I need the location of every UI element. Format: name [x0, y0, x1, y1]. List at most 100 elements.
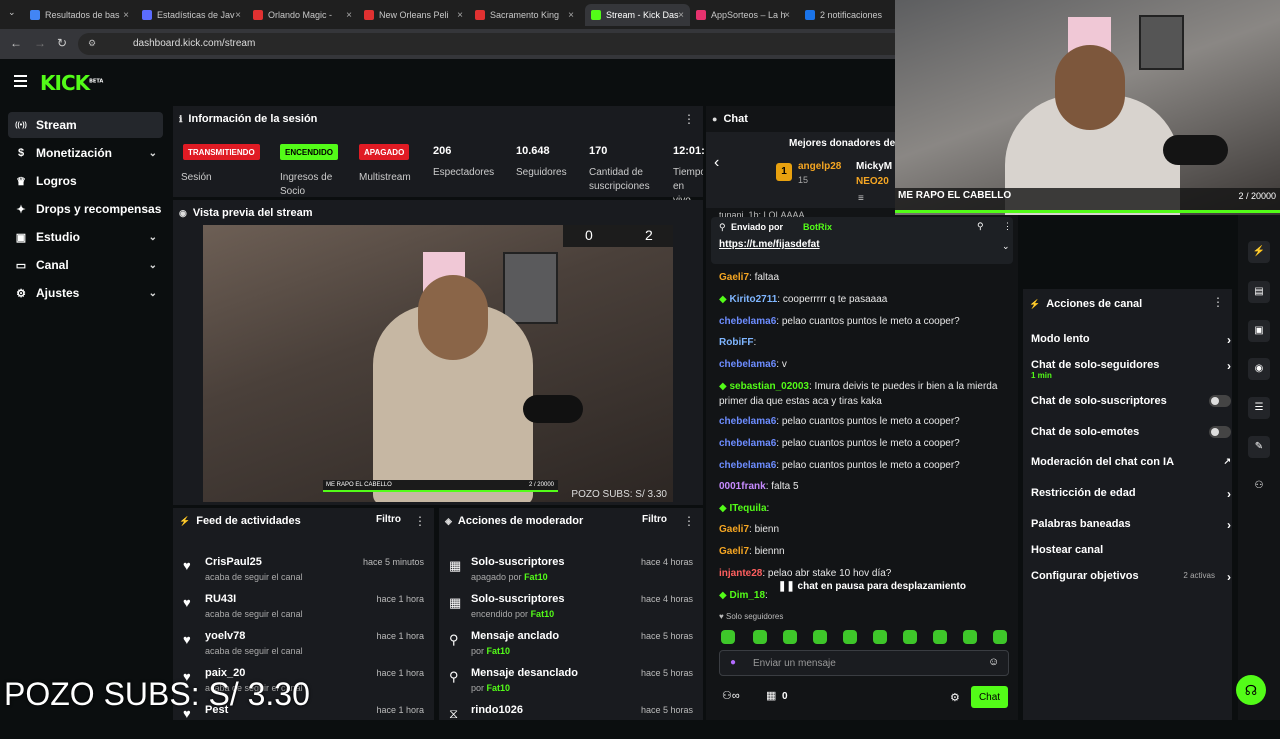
channel-action-item[interactable]: Palabras baneadas ›: [1031, 518, 1231, 532]
emote-icon[interactable]: [903, 630, 917, 644]
browser-tab[interactable]: Stream - Kick Das ×: [585, 4, 690, 26]
back-icon[interactable]: ←: [10, 36, 22, 50]
chat-message[interactable]: 0001frank: falta 5: [719, 479, 1009, 494]
kick-logo[interactable]: KICKBETA: [40, 71, 103, 95]
chat-username[interactable]: sebastian_02003: [729, 381, 809, 392]
tab-close-icon[interactable]: ×: [235, 10, 241, 21]
chat-input[interactable]: ● Enviar un mensaje ☺: [719, 650, 1009, 676]
mod-item[interactable]: ⚲ Mensaje desanclado por Fat10 hace 5 horas: [439, 665, 703, 702]
sidebar-item-estudio[interactable]: ▣ Estudio ⌄: [8, 224, 163, 250]
chat-message[interactable]: chebelama6: pelao cuantos puntos le meto…: [719, 436, 1009, 451]
channel-action-item[interactable]: Chat de solo-emotes: [1031, 426, 1231, 438]
chat-message[interactable]: injante28: pelao abr stake 10 hov día?: [719, 566, 1009, 581]
emote-icon[interactable]: [993, 630, 1007, 644]
chat-username[interactable]: 0001frank: [719, 481, 766, 492]
emote-icon[interactable]: [933, 630, 947, 644]
tab-close-icon[interactable]: ×: [568, 10, 574, 21]
mod-action-user[interactable]: Fat10: [487, 646, 511, 656]
emote-icon[interactable]: [843, 630, 857, 644]
feed-user[interactable]: CrisPaul25: [205, 556, 262, 568]
tab-close-icon[interactable]: ×: [784, 10, 790, 21]
chat-username[interactable]: chebelama6: [719, 359, 776, 370]
feed-user[interactable]: yoelv78: [205, 630, 245, 642]
browser-tab[interactable]: Estadísticas de Jav ×: [142, 4, 247, 26]
channel-action-item[interactable]: Modo lento ›: [1031, 333, 1231, 347]
mod-action-user[interactable]: Fat10: [531, 609, 555, 619]
stream-preview-video[interactable]: 0 2 ME RAPO EL CABELLO 2 / 20000 POZO SU…: [203, 225, 673, 502]
emote-icon[interactable]: [963, 630, 977, 644]
chat-send-button[interactable]: Chat: [971, 686, 1008, 708]
feed-user[interactable]: RU43I: [205, 593, 236, 605]
chat-username[interactable]: chebelama6: [719, 438, 776, 449]
rail-chat-icon[interactable]: ▣: [1248, 320, 1270, 342]
chat-message[interactable]: Gaeli7: faltaa: [719, 270, 1009, 285]
menu-icon[interactable]: [14, 75, 27, 90]
feed-item[interactable]: ♥ yoelv78 acaba de seguir el canal hace 1 h…: [173, 628, 434, 665]
reload-icon[interactable]: ↻: [57, 36, 67, 50]
chat-message[interactable]: ◆ ITequila:: [719, 501, 1009, 516]
chat-paused-notice[interactable]: ❚❚ chat en pausa para desplazamiento: [778, 581, 966, 592]
emote-icon[interactable]: [753, 630, 767, 644]
browser-tab[interactable]: New Orleans Peli ×: [364, 4, 469, 26]
mod-filter-button[interactable]: Filtro: [642, 514, 667, 525]
chat-username[interactable]: Gaeli7: [719, 272, 749, 283]
chat-username[interactable]: Gaeli7: [719, 524, 749, 535]
support-icon[interactable]: ☊: [1236, 675, 1266, 705]
mod-item[interactable]: ▦ Solo-suscriptores encendido por Fat10 hac…: [439, 591, 703, 628]
mic-icon[interactable]: ●: [730, 657, 736, 668]
emote-icon[interactable]: [813, 630, 827, 644]
rail-wrench-icon[interactable]: ✎: [1248, 436, 1270, 458]
sidebar-item-logros[interactable]: ♛ Logros: [8, 168, 163, 194]
collapse-icon[interactable]: ≡: [858, 193, 864, 204]
emote-icon[interactable]: [721, 630, 735, 644]
pinned-by-user[interactable]: BotRix: [803, 222, 832, 232]
channel-action-item[interactable]: Moderación del chat con IA ↗: [1031, 456, 1231, 468]
chat-username[interactable]: chebelama6: [719, 316, 776, 327]
chat-username[interactable]: chebelama6: [719, 416, 776, 427]
chat-message[interactable]: chebelama6: v: [719, 357, 1009, 372]
feed-filter-button[interactable]: Filtro: [376, 514, 401, 525]
tab-list-chevron-icon[interactable]: ⌄: [8, 7, 16, 18]
toggle-switch[interactable]: [1209, 426, 1231, 438]
browser-tab[interactable]: 2 notificaciones: [805, 4, 890, 26]
emote-icon[interactable]: [783, 630, 797, 644]
chat-message[interactable]: Gaeli7: biennn: [719, 544, 1009, 559]
chat-message[interactable]: chebelama6: pelao cuantos puntos le meto…: [719, 314, 1009, 329]
donor2-name[interactable]: MickyM: [856, 161, 892, 172]
donors-prev-icon[interactable]: ‹: [714, 154, 719, 172]
channel-action-item[interactable]: Configurar objetivos 2 activas ›: [1031, 570, 1231, 584]
browser-tab[interactable]: AppSorteos – La h ×: [696, 4, 796, 26]
rail-list-icon[interactable]: ☰: [1248, 397, 1270, 419]
tab-close-icon[interactable]: ×: [457, 10, 463, 21]
feed-item[interactable]: ♥ CrisPaul25 acaba de seguir el canal hace …: [173, 554, 434, 591]
pinned-menu-icon[interactable]: ⋮: [1003, 221, 1012, 232]
chat-username[interactable]: Kirito2711: [729, 294, 777, 305]
tab-close-icon[interactable]: ×: [123, 10, 129, 21]
chat-message[interactable]: RobiFF:: [719, 335, 1009, 350]
emote-icon[interactable]: [873, 630, 887, 644]
rail-bolt-icon[interactable]: ⚡: [1248, 241, 1270, 263]
mod-action-user[interactable]: Fat10: [487, 683, 511, 693]
pinned-expand-icon[interactable]: ⌄: [1002, 241, 1010, 252]
chat-username[interactable]: chebelama6: [719, 460, 776, 471]
mod-item[interactable]: ⚲ Mensaje anclado por Fat10 hace 5 horas: [439, 628, 703, 665]
sidebar-item-drops[interactable]: ✦ Drops y recompensas: [8, 196, 163, 222]
pinned-link[interactable]: https://t.me/fijasdefat: [719, 239, 820, 250]
browser-tab[interactable]: Resultados de bas ×: [30, 4, 135, 26]
donor3-name[interactable]: NEO20: [856, 176, 889, 187]
session-menu-icon[interactable]: ⋮: [683, 112, 695, 126]
forward-icon[interactable]: →: [34, 36, 46, 50]
chat-message[interactable]: Gaeli7: bienn: [719, 522, 1009, 537]
channel-actions-menu-icon[interactable]: ⋮: [1212, 295, 1224, 309]
mod-item[interactable]: ⧖ rindo1026 hace 5 horas: [439, 702, 703, 739]
chat-username[interactable]: injante28: [719, 568, 762, 579]
channel-action-item[interactable]: Hostear canal: [1031, 544, 1231, 556]
chat-message[interactable]: chebelama6: pelao cuantos puntos le meto…: [719, 414, 1009, 429]
sidebar-item-ajustes[interactable]: ⚙ Ajustes ⌄: [8, 280, 163, 306]
tab-close-icon[interactable]: ×: [678, 10, 684, 21]
sidebar-item-canal[interactable]: ▭ Canal ⌄: [8, 252, 163, 278]
tab-close-icon[interactable]: ×: [346, 10, 352, 21]
rail-apps-icon[interactable]: ⚇: [1248, 475, 1270, 497]
feed-menu-icon[interactable]: ⋮: [414, 514, 426, 528]
chat-username[interactable]: Gaeli7: [719, 546, 749, 557]
